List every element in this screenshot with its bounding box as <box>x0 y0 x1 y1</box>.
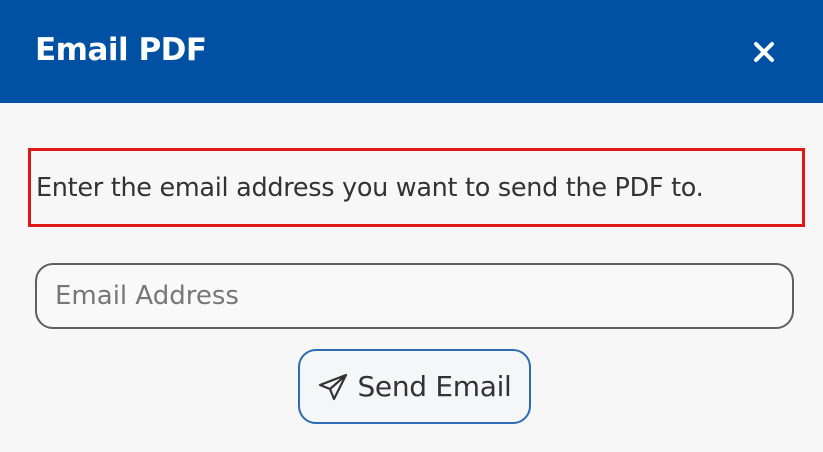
send-email-button[interactable]: Send Email <box>298 349 531 424</box>
instruction-highlight-box: Enter the email address you want to send… <box>28 148 805 227</box>
email-address-input[interactable] <box>35 263 794 329</box>
email-pdf-dialog: Email PDF Enter the email address you wa… <box>0 0 823 452</box>
close-button[interactable] <box>744 32 784 72</box>
send-email-label: Send Email <box>357 370 512 403</box>
instruction-text: Enter the email address you want to send… <box>36 172 704 203</box>
dialog-title: Email PDF <box>35 32 207 68</box>
dialog-header: Email PDF <box>0 0 823 103</box>
paper-plane-icon <box>317 372 349 402</box>
close-icon <box>753 41 775 63</box>
